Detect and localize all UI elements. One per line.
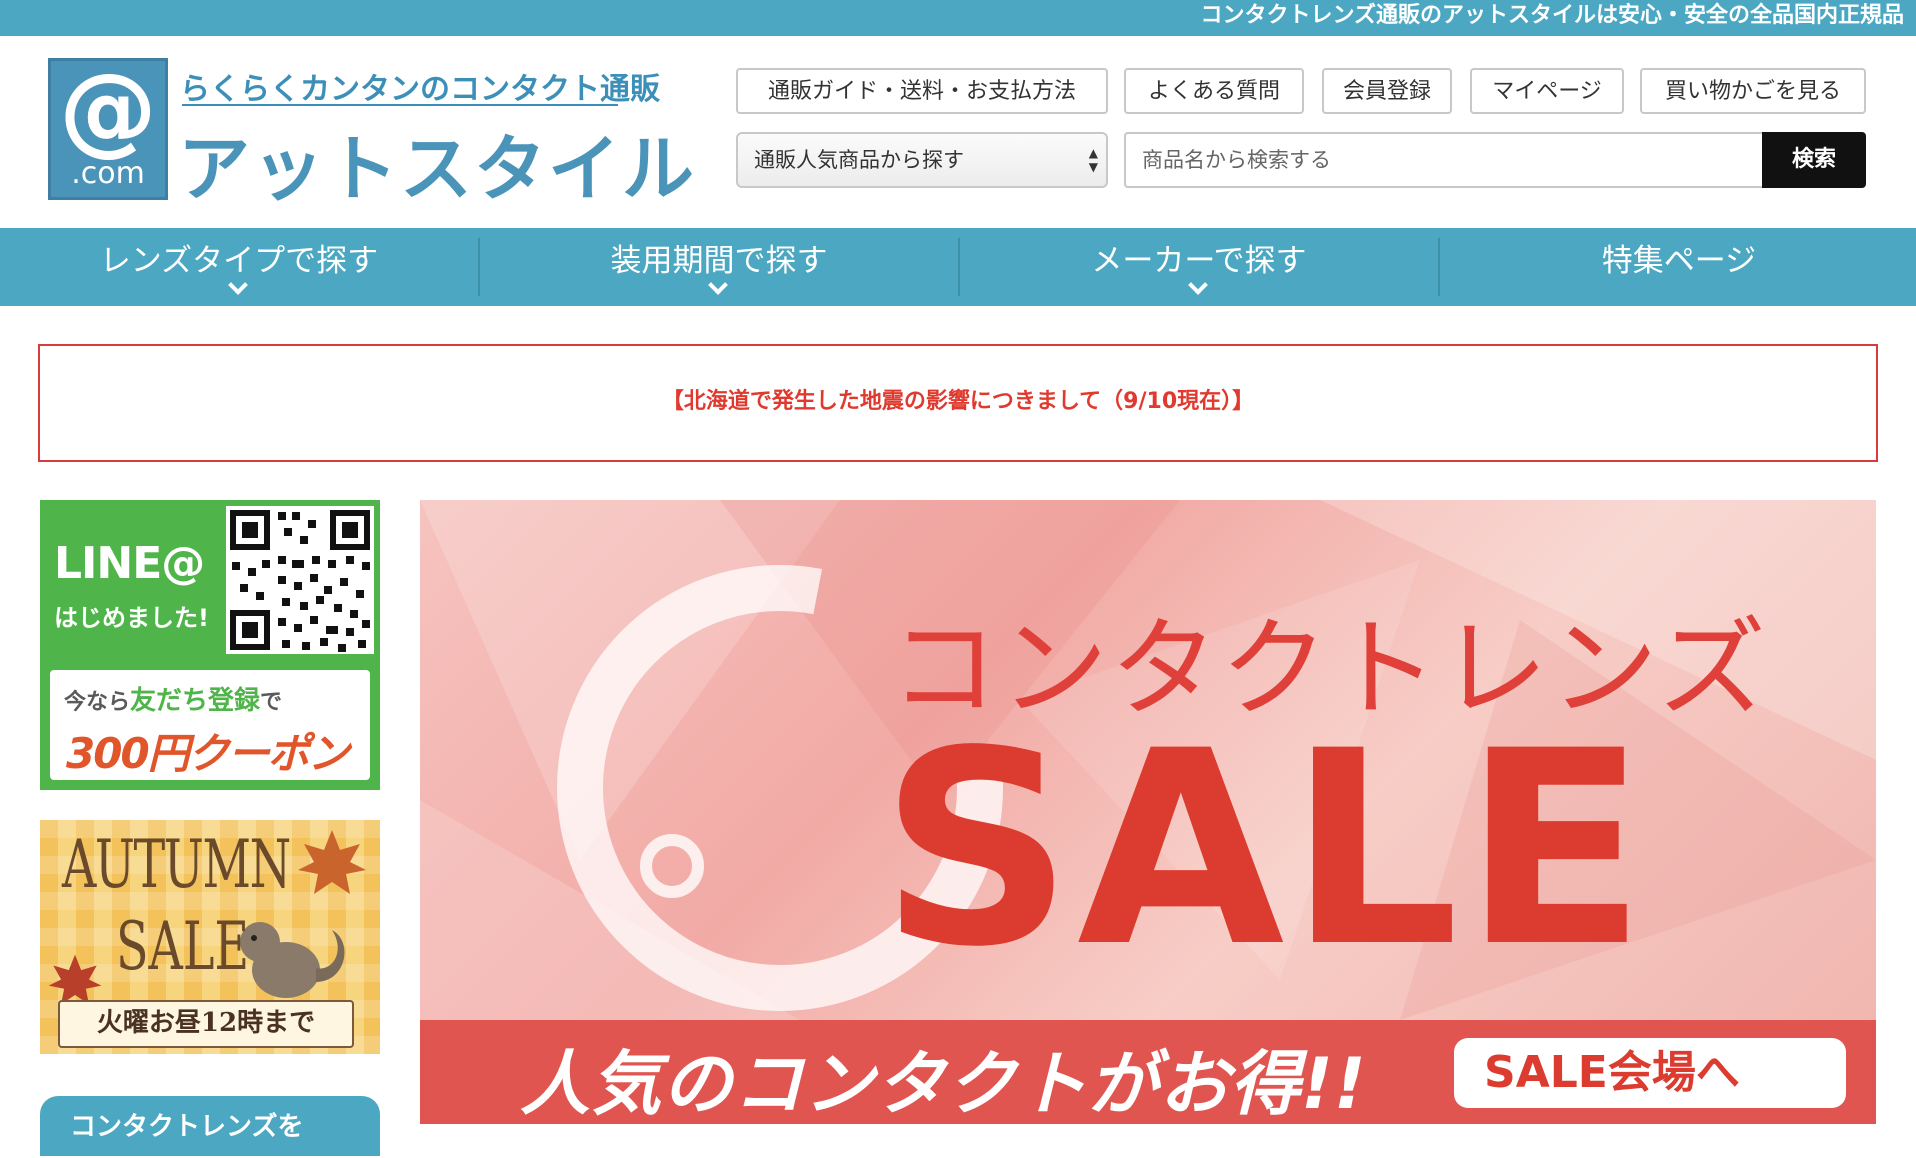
sale-cta-button[interactable]: SALE会場へ	[1454, 1038, 1846, 1108]
logo-mark: @ .com	[48, 53, 168, 200]
line-coupon-panel: 今なら友だち登録で 300円クーポン	[50, 670, 370, 780]
sale-big-text: SALE	[880, 694, 1651, 1006]
autumn-sale-banner[interactable]: AUTUMN SALE 火曜お昼12時まで	[40, 820, 380, 1054]
search-button[interactable]: 検索	[1762, 132, 1866, 188]
category-select[interactable]: 通販人気商品から探す ▲ ▼	[736, 132, 1108, 188]
earthquake-notice[interactable]: 【北海道で発生した地震の影響につきまして（9/10現在）】	[38, 344, 1878, 462]
squirrel-icon	[240, 922, 345, 998]
line-title: LINE@	[54, 538, 205, 589]
autumn-title-line1: AUTUMN	[62, 826, 291, 903]
sale-cta-label: SALE会場へ	[1484, 1047, 1740, 1098]
line-register-text: 今なら友だち登録で	[64, 680, 282, 717]
sale-hero-banner[interactable]: コンタクトレンズ SALE 人気のコンタクトがお得!! SALE会場へ	[420, 500, 1876, 1124]
sale-tagline: 人気のコンタクトがお得!!	[520, 1043, 1367, 1124]
nav-lens-type[interactable]: レンズタイプで探す	[0, 228, 478, 306]
nav-maker[interactable]: メーカーで探す	[960, 228, 1438, 306]
mypage-button[interactable]: マイページ	[1470, 68, 1624, 114]
logo-name: アットスタイル	[178, 127, 697, 211]
category-select-value: 通販人気商品から探す	[754, 148, 964, 172]
register-button[interactable]: 会員登録	[1322, 68, 1452, 114]
guide-button[interactable]: 通販ガイド・送料・お支払方法	[736, 68, 1108, 114]
top-announcement-text: コンタクトレンズ通販のアットスタイルは安心・安全の全品国内正規品	[1200, 3, 1904, 28]
qr-code-icon	[226, 506, 374, 654]
logo-at-symbol: @	[59, 53, 157, 167]
line-subtitle: はじめました!	[54, 604, 209, 632]
logo-divider	[182, 104, 618, 106]
cart-button[interactable]: 買い物かごを見る	[1640, 68, 1866, 114]
autumn-deadline-tag: 火曜お昼12時まで	[58, 1000, 354, 1048]
nav-wear-period[interactable]: 装用期間で探す	[480, 228, 958, 306]
faq-button[interactable]: よくある質問	[1124, 68, 1304, 114]
sidebar-contact-lens-heading[interactable]: コンタクトレンズを	[40, 1096, 380, 1156]
nav-features[interactable]: 特集ページ	[1440, 228, 1916, 306]
line-reg-pre: 今なら	[64, 690, 131, 715]
autumn-title-line2: SALE	[116, 908, 250, 985]
line-banner[interactable]: LINE@ はじめました! 今なら友だち登録で 300円クーポン	[40, 500, 380, 790]
logo-com-text: .com	[71, 156, 145, 191]
line-coupon-text: 300円クーポン	[66, 729, 350, 778]
line-reg-main: 友だち登録	[130, 686, 261, 716]
earthquake-notice-link[interactable]: 【北海道で発生した地震の影響につきまして（9/10現在）】	[662, 389, 1254, 414]
top-announcement-bar: コンタクトレンズ通販のアットスタイルは安心・安全の全品国内正規品	[0, 0, 1916, 36]
search-input[interactable]	[1124, 132, 1764, 188]
main-nav: レンズタイプで探す 装用期間で探す メーカーで探す 特集ページ	[0, 228, 1916, 306]
logo-tagline: らくらくカンタンのコンタクト通販	[180, 72, 660, 107]
select-arrows-icon: ▲ ▼	[1088, 146, 1098, 174]
maple-leaf-icon	[298, 830, 366, 894]
line-reg-post: で	[260, 690, 283, 715]
nav-features-label: 特集ページ	[1601, 243, 1757, 279]
